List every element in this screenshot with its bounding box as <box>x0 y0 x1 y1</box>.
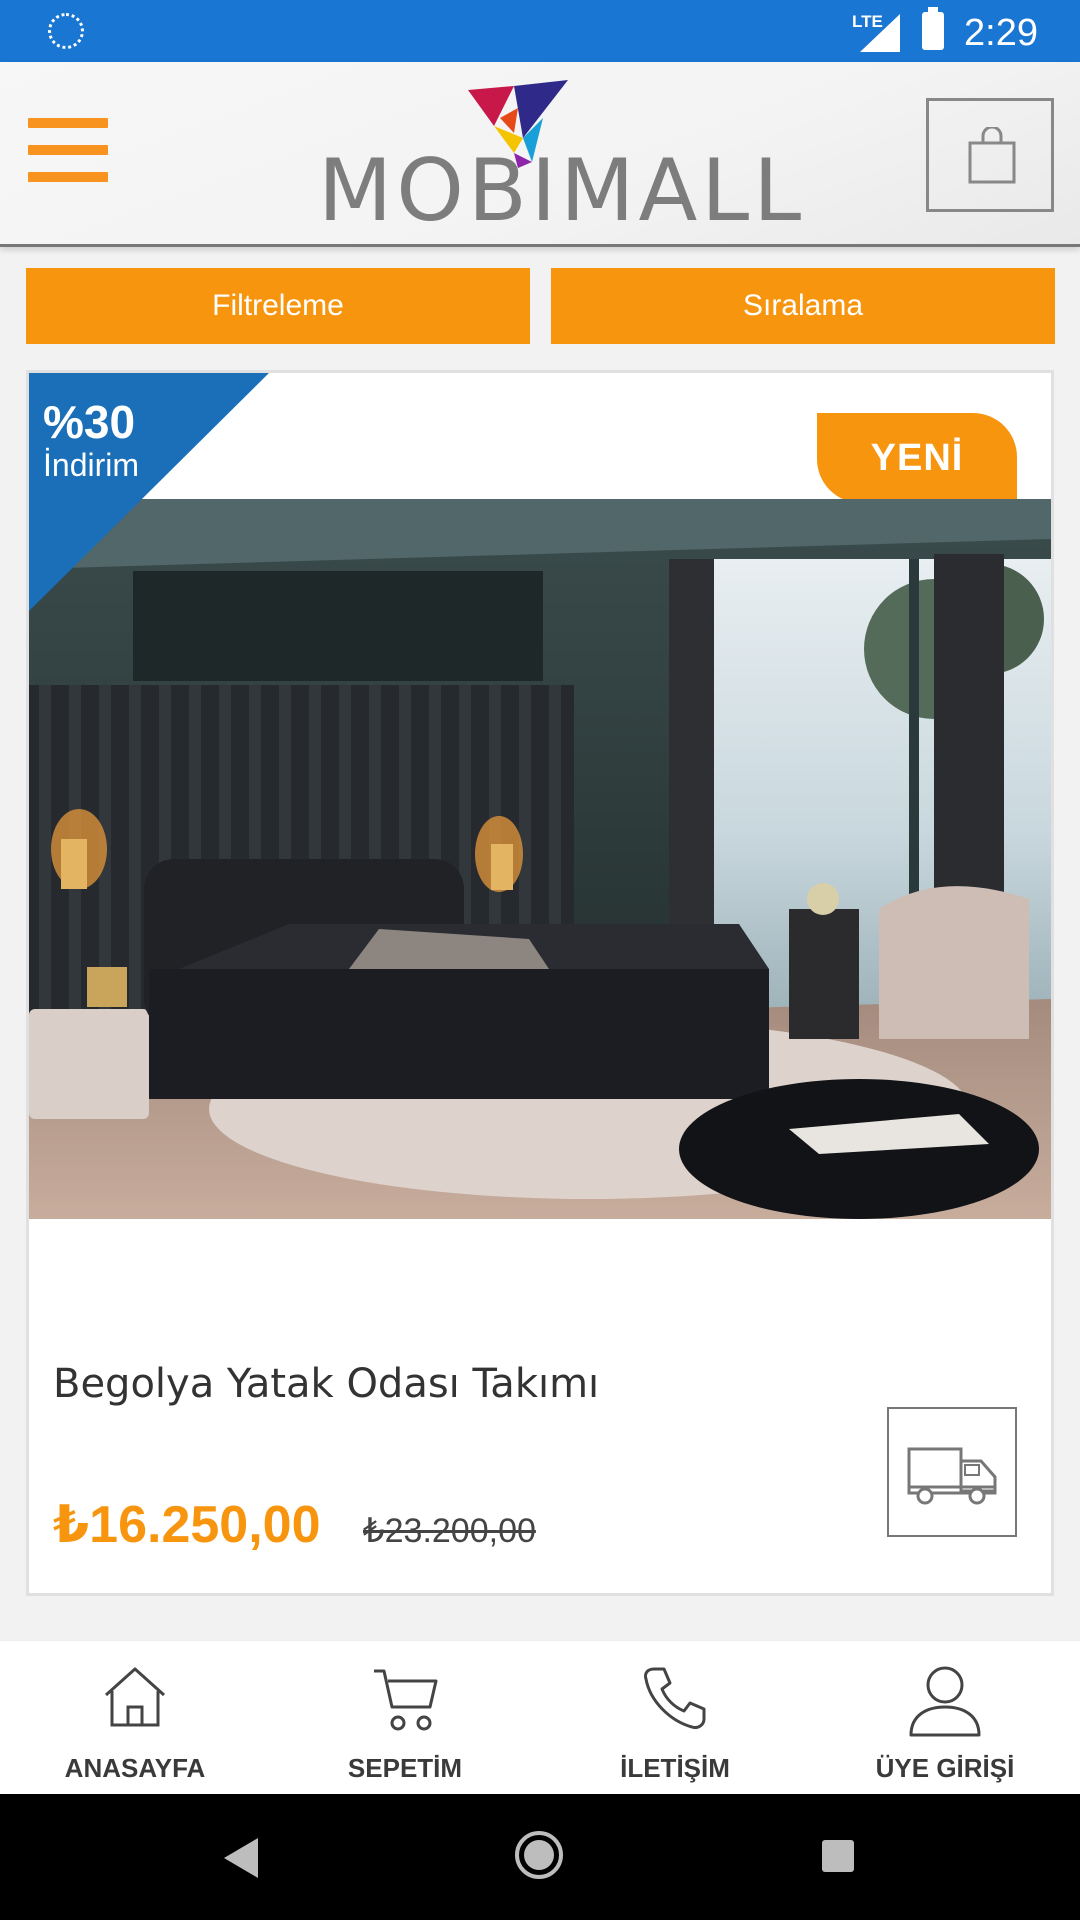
back-icon[interactable] <box>224 1838 258 1878</box>
nav-contact-label: İLETİŞİM <box>620 1753 730 1783</box>
mobimall-logo[interactable]: MOBIMALL <box>318 78 801 234</box>
nav-contact[interactable]: İLETİŞİM <box>540 1641 810 1795</box>
cart-icon <box>374 1669 438 1731</box>
status-time: 2:29 <box>964 12 1038 54</box>
new-badge: YENİ <box>817 413 1017 503</box>
status-bar: LTE 2:29 <box>0 0 1080 62</box>
product-name[interactable]: Begolya Yatak Odası Takımı <box>53 1361 599 1407</box>
current-price: ₺16.250,00 <box>53 1496 321 1554</box>
shopping-bag-icon <box>968 127 1016 184</box>
old-price: ₺23.200,00 <box>363 1512 536 1550</box>
nav-home[interactable]: ANASAYFA <box>0 1641 270 1795</box>
sort-button[interactable]: Sıralama <box>551 268 1055 344</box>
phone-icon <box>644 1667 706 1729</box>
app-header: MOBIMALL <box>0 62 1080 247</box>
nav-cart-label: SEPETİM <box>347 1753 463 1783</box>
user-icon <box>909 1666 981 1737</box>
system-navigation-bar <box>0 1794 1080 1920</box>
nav-login[interactable]: ÜYE GİRİŞİ <box>810 1641 1080 1795</box>
nav-login-label: ÜYE GİRİŞİ <box>875 1753 1015 1783</box>
discount-badge: %30 İndirim <box>43 399 139 481</box>
bottom-navigation: ANASAYFA SEPETİM İLETİŞİM ÜYE GİRİŞİ <box>0 1640 1080 1795</box>
filter-button[interactable]: Filtreleme <box>26 268 530 344</box>
logo-text: MOBIMALL <box>318 141 806 241</box>
nav-home-label: ANASAYFA <box>64 1753 206 1783</box>
discount-label: İndirim <box>43 447 140 483</box>
truck-icon <box>907 1447 997 1505</box>
product-card[interactable]: %30 İndirim YENİ Begolya Yatak Odası Tak… <box>26 370 1054 1596</box>
battery-icon <box>922 7 944 50</box>
free-shipping-badge <box>887 1407 1017 1537</box>
home-button-icon[interactable] <box>514 1830 564 1880</box>
signal-icon <box>860 14 900 52</box>
discount-percent: %30 <box>43 396 136 448</box>
recent-apps-icon[interactable] <box>822 1840 854 1872</box>
header-cart-button[interactable] <box>926 98 1054 212</box>
sync-icon <box>48 13 84 49</box>
nav-cart[interactable]: SEPETİM <box>270 1641 540 1795</box>
home-icon <box>104 1667 166 1727</box>
hamburger-menu-button[interactable] <box>28 118 108 188</box>
